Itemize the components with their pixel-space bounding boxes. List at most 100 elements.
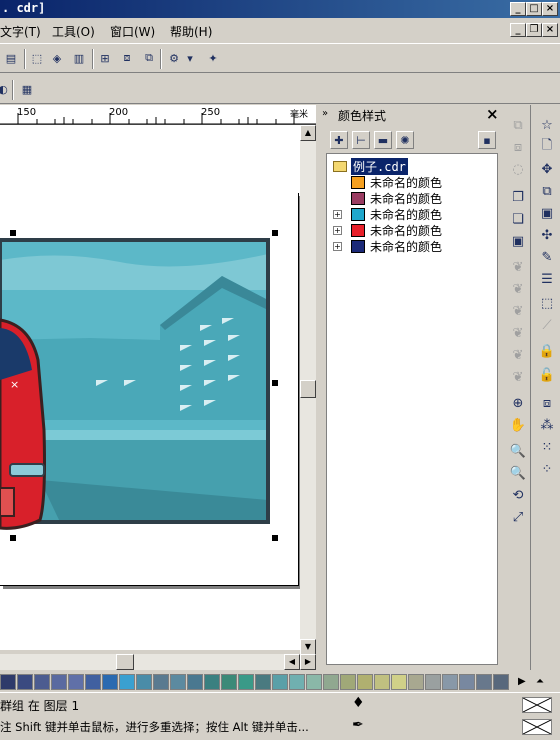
doc-close-button[interactable]: ×: [542, 23, 558, 37]
close-button[interactable]: ×: [542, 2, 558, 16]
effect-icon[interactable]: ❦: [508, 257, 528, 277]
palette-color-swatch[interactable]: [204, 674, 220, 690]
zoom-in-icon[interactable]: 🔍: [508, 441, 528, 461]
palette-color-swatch[interactable]: [442, 674, 458, 690]
palette-color-swatch[interactable]: [306, 674, 322, 690]
palette-color-swatch[interactable]: [493, 674, 509, 690]
scroll-up-button[interactable]: ▲: [300, 125, 316, 141]
docker-menu-icon[interactable]: ▪: [478, 131, 496, 149]
expand-icon[interactable]: +: [333, 209, 342, 219]
collapse-docker-icon[interactable]: »: [322, 108, 328, 119]
cursor-icon[interactable]: ◐: [0, 80, 12, 98]
palette-color-swatch[interactable]: [255, 674, 271, 690]
illustration[interactable]: ×: [0, 230, 290, 545]
palette-color-swatch[interactable]: [408, 674, 424, 690]
zoom-out-icon[interactable]: 🔍: [508, 463, 528, 483]
tree-root[interactable]: 例子.cdr: [333, 157, 408, 175]
break-apart-icon[interactable]: ⁙: [537, 437, 557, 457]
snap-guides-icon[interactable]: ⧈: [118, 49, 136, 67]
pen-icon[interactable]: ✎: [537, 247, 557, 267]
doc-restore-button[interactable]: ❐: [526, 23, 542, 37]
snap-grid-icon[interactable]: ⊞: [96, 49, 114, 67]
palette-scroll-right-icon[interactable]: ▶: [518, 674, 534, 690]
horizontal-scrollbar[interactable]: ◀ ▶: [0, 654, 316, 670]
effect-tool-icon[interactable]: ⟋: [537, 315, 557, 335]
color-style-item[interactable]: 未命名的颜色: [351, 174, 442, 190]
palette-color-swatch[interactable]: [476, 674, 492, 690]
outline-none-swatch[interactable]: [522, 719, 552, 735]
move-icon[interactable]: ✥: [537, 159, 557, 179]
palette-color-swatch[interactable]: [357, 674, 373, 690]
frame-icon[interactable]: ▣: [537, 203, 557, 223]
palette-color-swatch[interactable]: [323, 674, 339, 690]
vertical-scroll-thumb[interactable]: [300, 380, 316, 398]
close-docker-icon[interactable]: ×: [486, 105, 499, 123]
scroll-left-button[interactable]: ◀: [284, 654, 300, 670]
vertical-scrollbar[interactable]: ▲ ▼: [300, 125, 316, 655]
lock-icon[interactable]: 🔒: [537, 341, 557, 361]
pan-icon[interactable]: ✋: [508, 415, 528, 435]
color-style-item[interactable]: + 未命名的颜色: [333, 238, 442, 254]
unlock-icon[interactable]: 🔓: [537, 365, 557, 385]
effect-icon[interactable]: ❦: [508, 345, 528, 365]
palette-color-swatch[interactable]: [391, 674, 407, 690]
palette-color-swatch[interactable]: [102, 674, 118, 690]
nodes-icon[interactable]: ✣: [537, 225, 557, 245]
order-icon[interactable]: ▣: [508, 231, 528, 251]
transform-icon[interactable]: ◈: [48, 49, 66, 67]
expand-icon[interactable]: +: [333, 225, 342, 235]
effect-icon[interactable]: ❦: [508, 367, 528, 387]
palette-color-swatch[interactable]: [136, 674, 152, 690]
copy-properties-icon[interactable]: ⧉: [508, 115, 528, 135]
distribute-icon[interactable]: ▥: [70, 49, 88, 67]
rotate-icon[interactable]: ◌: [508, 159, 528, 179]
palette-color-swatch[interactable]: [68, 674, 84, 690]
palette-color-swatch[interactable]: [272, 674, 288, 690]
page-icon[interactable]: 🗋: [537, 137, 557, 157]
menu-help[interactable]: 帮助(H): [170, 23, 212, 40]
back-one-icon[interactable]: ❐: [508, 187, 528, 207]
horizontal-scroll-thumb[interactable]: [116, 654, 134, 670]
color-style-tree[interactable]: 例子.cdr 未命名的颜色 未命名的颜色 + 未命名的颜色 + 未命名的颜色 +…: [326, 153, 498, 665]
palette-color-swatch[interactable]: [17, 674, 33, 690]
front-one-icon[interactable]: ❏: [508, 209, 528, 229]
edit-color-icon[interactable]: ▬: [374, 131, 392, 149]
color-bars-icon[interactable]: ☰: [537, 269, 557, 289]
palette-color-swatch[interactable]: [238, 674, 254, 690]
palette-color-swatch[interactable]: [425, 674, 441, 690]
palette-color-swatch[interactable]: [85, 674, 101, 690]
palette-color-swatch[interactable]: [51, 674, 67, 690]
properties-icon[interactable]: ▦: [18, 80, 36, 98]
palette-color-swatch[interactable]: [221, 674, 237, 690]
new-color-style-icon[interactable]: ✚: [330, 131, 348, 149]
expand-icon[interactable]: +: [333, 241, 342, 251]
effect-icon[interactable]: ❦: [508, 301, 528, 321]
palette-color-swatch[interactable]: [0, 674, 16, 690]
weld-icon[interactable]: ⧈: [537, 393, 557, 413]
palette-color-swatch[interactable]: [289, 674, 305, 690]
star-icon[interactable]: ☆: [537, 115, 557, 135]
chevron-down-icon[interactable]: ▾: [185, 49, 195, 67]
palette-menu-icon[interactable]: ⏶: [536, 674, 552, 690]
color-style-item[interactable]: 未命名的颜色: [351, 190, 442, 206]
find-icon[interactable]: ⊕: [508, 393, 528, 413]
menu-tools[interactable]: 工具(O): [52, 23, 95, 40]
layers-icon[interactable]: ⬚: [537, 293, 557, 313]
group-icon[interactable]: ⬚: [28, 49, 46, 67]
clone-icon[interactable]: ⧈: [508, 137, 528, 157]
zoom-fit-icon[interactable]: ⟲: [508, 485, 528, 505]
maximize-button[interactable]: □: [526, 2, 542, 16]
palette-color-swatch[interactable]: [340, 674, 356, 690]
zoom-page-icon[interactable]: ⤢: [508, 507, 528, 527]
color-style-item[interactable]: + 未命名的颜色: [333, 206, 442, 222]
effect-icon[interactable]: ❦: [508, 323, 528, 343]
palette-color-swatch[interactable]: [153, 674, 169, 690]
wizard-icon[interactable]: ✦: [204, 49, 222, 67]
doc-minimize-button[interactable]: _: [510, 23, 526, 37]
menu-text[interactable]: 文字(T): [0, 23, 41, 40]
minimize-button[interactable]: _: [510, 2, 526, 16]
auto-create-icon[interactable]: ✺: [396, 131, 414, 149]
scroll-right-button[interactable]: ▶: [300, 654, 316, 670]
new-child-icon[interactable]: ⊢: [352, 131, 370, 149]
effect-icon[interactable]: ❦: [508, 279, 528, 299]
